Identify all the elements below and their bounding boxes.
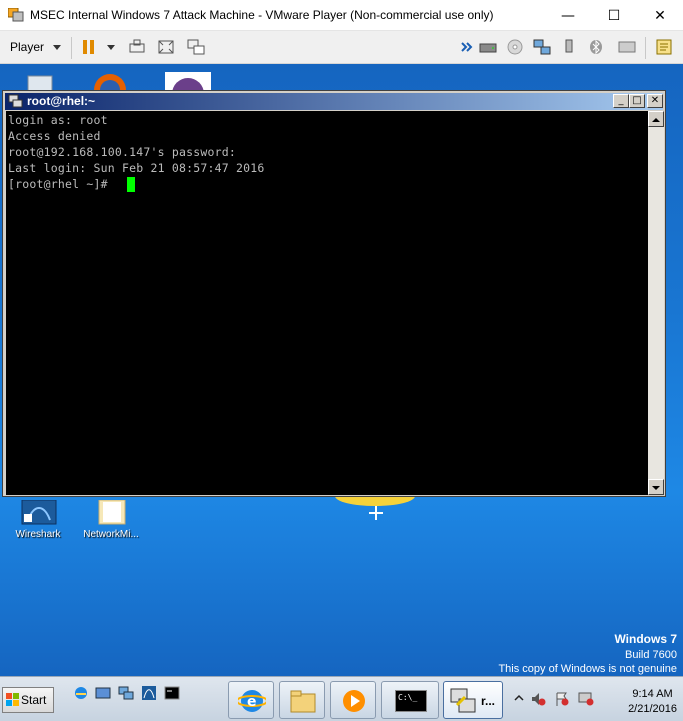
toolbar-divider	[645, 37, 646, 59]
quicklaunch-desktop-icon[interactable]	[95, 685, 111, 701]
close-button[interactable]: ✕	[637, 0, 683, 31]
pause-icon[interactable]	[80, 39, 98, 55]
folder-icon	[98, 499, 126, 525]
watermark-os: Windows 7	[614, 632, 677, 646]
system-tray: 9:14 AM 2/21/2016	[508, 681, 683, 721]
terminal-line: root@192.168.100.147's password:	[8, 145, 236, 159]
terminal-line: Access denied	[8, 129, 101, 143]
quicklaunch-wireshark-icon[interactable]	[141, 685, 157, 701]
start-label: Start	[21, 693, 47, 707]
hard-disk-icon[interactable]	[479, 39, 497, 55]
terminal-cursor	[127, 177, 135, 192]
wireshark-icon	[21, 499, 57, 525]
putty-title: root@rhel:~	[27, 94, 96, 108]
putty-icon	[8, 94, 23, 108]
arrow-down-icon	[652, 486, 660, 490]
volume-muted-icon[interactable]	[530, 691, 546, 707]
scroll-up-button[interactable]	[648, 111, 664, 127]
taskbar-putty-label: r...	[481, 694, 496, 708]
maximize-button[interactable]: ☐	[591, 0, 637, 31]
putty-minimize-button[interactable]: _	[613, 94, 629, 108]
cmd-thumbnail: C:\_	[395, 690, 427, 712]
putty-titlebar[interactable]: root@rhel:~ _ □ ✕	[5, 93, 663, 110]
desktop-icon-label: NetworkMi...	[83, 529, 139, 540]
cd-drive-icon[interactable]	[506, 39, 524, 55]
vmware-app-icon	[8, 8, 24, 22]
terminal-prompt: [root@rhel ~]#	[8, 177, 108, 191]
clock-time: 9:14 AM	[632, 688, 673, 700]
usb-device-icon[interactable]	[560, 39, 578, 55]
quicklaunch-ie-icon[interactable]	[73, 685, 89, 701]
double-chevron-right-icon[interactable]	[458, 39, 476, 55]
desktop-icon-label: Wireshark	[15, 529, 61, 540]
terminal-screen[interactable]: login as: root Access denied root@192.16…	[6, 111, 648, 495]
quicklaunch-network-icon[interactable]	[118, 685, 134, 701]
media-player-icon	[343, 690, 365, 712]
clock-date: 2/21/2016	[628, 703, 677, 715]
bluetooth-icon[interactable]	[587, 39, 605, 55]
taskbar-explorer-button[interactable]	[279, 681, 325, 719]
putty-maximize-button[interactable]: □	[629, 94, 645, 108]
host-window-title: MSEC Internal Windows 7 Attack Machine -…	[30, 8, 494, 22]
svg-text:e: e	[247, 694, 257, 710]
putty-close-button[interactable]: ✕	[647, 94, 663, 108]
taskbar-media-player-button[interactable]	[330, 681, 376, 719]
sound-card-icon[interactable]	[618, 39, 636, 55]
start-button[interactable]: Start	[2, 687, 54, 713]
folder-icon	[290, 690, 316, 713]
action-center-flag-icon[interactable]	[554, 691, 570, 707]
taskbar-ie-button[interactable]: e	[228, 681, 274, 719]
network-disconnected-icon[interactable]	[578, 691, 594, 707]
watermark-notice: This copy of Windows is not genuine	[498, 663, 677, 675]
desktop-icon-wireshark[interactable]: Wireshark	[3, 499, 73, 540]
internet-explorer-icon: e	[238, 690, 266, 712]
unity-mode-icon[interactable]	[187, 39, 205, 55]
scroll-down-button[interactable]	[648, 479, 664, 495]
arrow-up-icon	[652, 118, 660, 122]
show-hidden-icons-chevron-up-icon[interactable]	[514, 693, 524, 703]
taskbar-cmd-button[interactable]: C:\_	[381, 681, 439, 719]
watermark-build: Build 7600	[625, 649, 677, 661]
putty-icon	[450, 688, 476, 713]
fullscreen-icon[interactable]	[157, 39, 175, 55]
player-menu-chevron-down-icon[interactable]	[53, 45, 61, 50]
terminal-line: login as: root	[8, 113, 108, 127]
host-titlebar: MSEC Internal Windows 7 Attack Machine -…	[0, 0, 683, 31]
player-menu[interactable]: Player	[10, 40, 44, 54]
terminal-line: Last login: Sun Feb 21 08:57:47 2016	[8, 161, 265, 175]
desktop-icon-networkminer[interactable]: NetworkMi...	[76, 499, 146, 540]
taskbar-putty-button[interactable]: r...	[443, 681, 503, 719]
terminal-scrollbar[interactable]	[648, 111, 664, 495]
windows-logo-icon	[6, 693, 19, 706]
toolbar-divider	[71, 37, 72, 59]
taskbar: Start e C:\_ r... 9:14 AM 2/21/2016	[0, 676, 683, 721]
network-adapter-icon[interactable]	[533, 39, 551, 55]
send-ctrl-alt-del-icon[interactable]	[128, 39, 146, 55]
minimize-button[interactable]: —	[545, 0, 591, 31]
vmware-toolbar: Player	[0, 31, 683, 64]
power-menu-chevron-down-icon[interactable]	[107, 45, 115, 50]
system-clock[interactable]: 9:14 AM 2/21/2016	[628, 687, 677, 717]
quicklaunch-cmd-icon[interactable]	[164, 685, 180, 701]
message-log-icon[interactable]	[655, 39, 673, 55]
putty-window: root@rhel:~ _ □ ✕ login as: root Access …	[2, 90, 666, 497]
